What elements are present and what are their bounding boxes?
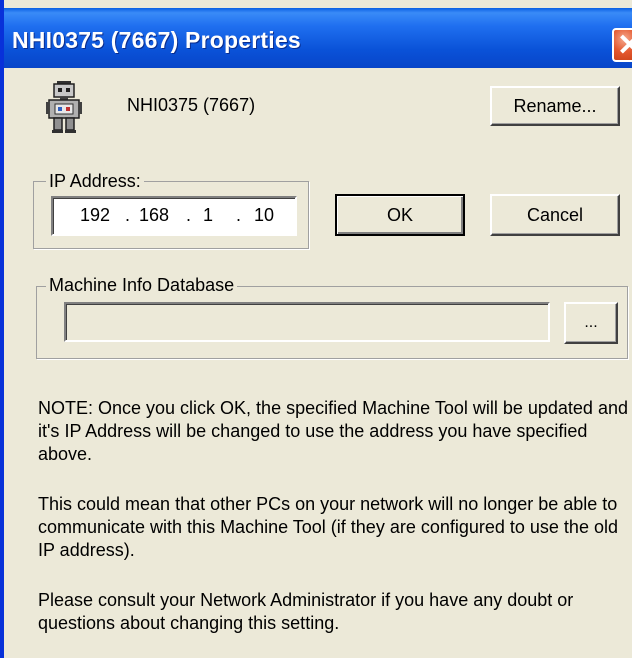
title-bar[interactable]: NHI0375 (7667) Properties ✕ — [4, 8, 632, 68]
ip-separator: . — [125, 205, 131, 225]
machine-info-database-label: Machine Info Database — [46, 275, 238, 296]
ip-separator: . — [236, 205, 242, 225]
robot-icon — [46, 81, 82, 133]
machine-info-database-field[interactable] — [64, 302, 550, 342]
ip-octet-3[interactable]: 1 — [203, 205, 213, 226]
browse-button[interactable]: ... — [564, 302, 618, 344]
note-paragraph-3: Please consult your Network Administrato… — [38, 590, 574, 633]
ok-button[interactable]: OK — [335, 194, 465, 236]
rename-button[interactable]: Rename... — [490, 86, 620, 126]
ip-octet-4[interactable]: 10 — [254, 205, 274, 226]
window-title: NHI0375 (7667) Properties — [12, 27, 301, 53]
machine-name-label: NHI0375 (7667) — [127, 95, 256, 115]
ip-separator: . — [186, 205, 192, 225]
note-paragraph-1: NOTE: Once you click OK, the specified M… — [38, 398, 628, 464]
ip-address-input[interactable]: 192 . 168 . 1 . 10 — [51, 196, 297, 236]
ip-octet-2[interactable]: 168 — [139, 205, 169, 226]
close-button[interactable]: ✕ — [612, 28, 632, 62]
cancel-button[interactable]: Cancel — [490, 194, 620, 236]
ip-octet-1[interactable]: 192 — [80, 205, 110, 226]
note-paragraph-2: This could mean that other PCs on your n… — [38, 494, 618, 560]
properties-dialog: NHI0375 (7667) Properties ✕ NHI0375 (766… — [0, 0, 632, 658]
close-icon: ✕ — [617, 28, 632, 63]
ip-address-label: IP Address: — [46, 171, 144, 192]
